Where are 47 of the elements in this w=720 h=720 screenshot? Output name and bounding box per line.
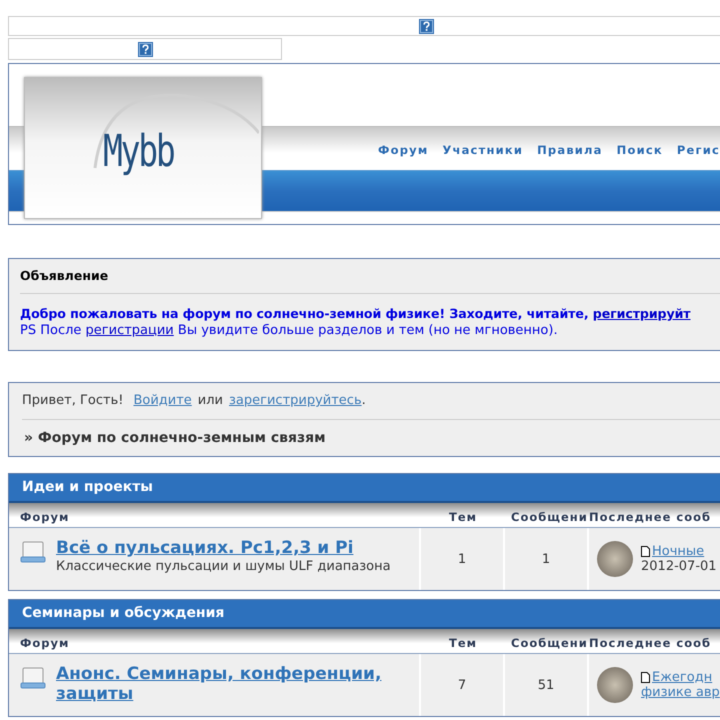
category-header[interactable]: Семинары и обсуждения	[9, 600, 720, 629]
help-icon[interactable]	[419, 18, 434, 34]
nav-link[interactable]: Форум	[378, 143, 428, 157]
document-icon	[641, 546, 650, 557]
column-header: Сообщени	[510, 636, 589, 650]
announcement-note: PS После регистрации Вы увидите больше разделов и тем (но не мгновенно).	[20, 323, 559, 338]
document-icon	[641, 672, 650, 683]
forum-title-link[interactable]: Всё о пульсациях. Pc1,2,3 и Pi	[56, 538, 391, 558]
or-text: или	[198, 393, 224, 408]
posts-count: 1	[505, 528, 589, 590]
forum-title-link[interactable]: Анонс. Семинары, конференции, защиты	[56, 664, 419, 704]
breadcrumb[interactable]: » Форум по солнечно-земным связям	[22, 430, 720, 446]
avatar[interactable]	[597, 541, 633, 577]
input-field[interactable]	[8, 16, 720, 36]
nav-link[interactable]: Участники	[442, 143, 524, 157]
logo-text: Mybb	[103, 126, 174, 177]
topics-count: 7	[421, 654, 505, 716]
column-header: Последнее сооб	[589, 510, 712, 524]
posts-count: 51	[505, 654, 589, 716]
column-header: Сообщени	[510, 510, 589, 524]
greeting-text: Привет, Гость!	[22, 393, 124, 408]
help-icon[interactable]	[138, 42, 152, 56]
avatar[interactable]	[597, 667, 633, 703]
last-post-link[interactable]: физике авр	[641, 685, 720, 700]
column-header: Форум	[19, 510, 70, 524]
column-header: Тем	[448, 636, 478, 650]
column-header: Форум	[19, 636, 70, 650]
nav-link[interactable]: Регис	[676, 143, 720, 157]
category-header[interactable]: Идеи и проекты	[9, 474, 720, 503]
register-link[interactable]: зарегистрируйтесь	[229, 393, 362, 408]
login-link[interactable]: Войдите	[133, 393, 192, 408]
nav-link[interactable]: Поиск	[616, 143, 663, 157]
topics-count: 1	[421, 528, 505, 590]
column-header: Тем	[448, 510, 478, 524]
input-field[interactable]	[8, 38, 282, 60]
announcement-title: Объявление	[20, 268, 110, 283]
logo-card[interactable]: Mybb	[24, 77, 262, 219]
nav-link[interactable]: Правила	[537, 143, 603, 157]
forum-description: Классические пульсации и шумы ULF диапазона	[56, 559, 391, 574]
last-post-link[interactable]: Ночные	[652, 544, 704, 559]
column-header: Последнее сооб	[589, 636, 712, 650]
announcement-text: Добро пожаловать на форум по солнечно-земной физике! Заходите, читайте, регистрируйт	[20, 306, 692, 321]
register-link[interactable]: регистрируйт	[592, 306, 691, 321]
period-text: .	[362, 393, 366, 408]
last-post-link[interactable]: Ежегодн	[652, 670, 712, 685]
registration-link[interactable]: регистрации	[86, 323, 174, 338]
last-post-date: 2012-07-01	[641, 559, 717, 574]
